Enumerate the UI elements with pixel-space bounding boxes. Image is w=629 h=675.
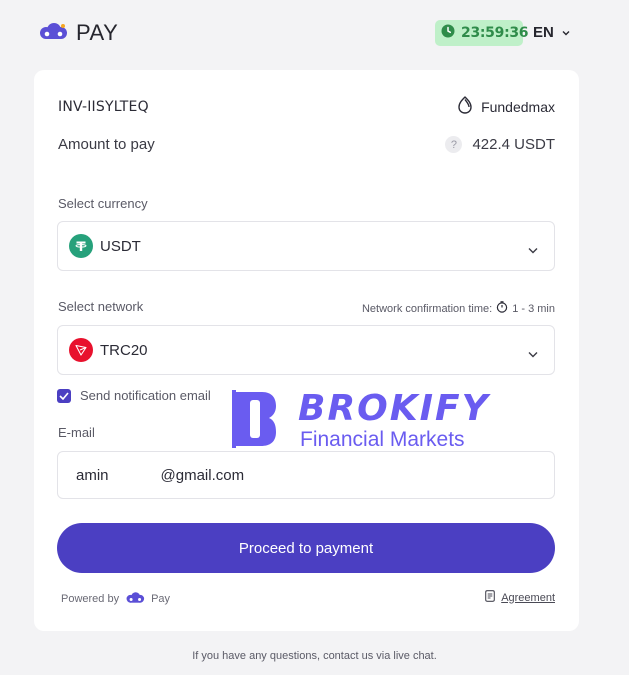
tether-icon [69,234,93,258]
tron-icon [69,338,93,362]
notification-checkbox-row[interactable]: Send notification email [57,388,211,403]
invoice-row: INV-IISYLTEQ Fundedmax [58,96,555,117]
network-select[interactable]: TRC20 [57,325,555,375]
agreement-link[interactable]: Agreement [485,590,555,605]
document-icon [485,590,496,605]
cloud-logo-icon [125,591,145,607]
confirmation-label: Network confirmation time: [361,302,493,315]
clock-icon [441,24,455,43]
powered-by: Powered by Pay [61,591,170,607]
powered-by-brand: Pay [151,593,171,605]
agreement-label: Agreement [501,591,555,604]
notification-label: Send notification email [80,388,211,403]
notification-checkbox[interactable] [57,388,71,403]
amount-row: Amount to pay ? 422.4 USDT [58,136,555,153]
help-icon[interactable]: ? [445,136,463,153]
confirmation-time: 1 - 3 min [512,302,555,315]
amount-value-group: ? 422.4 USDT [445,136,555,153]
network-value: TRC20 [100,341,148,359]
payment-card: INV-IISYLTEQ Fundedmax Amount to pay ? 4… [34,70,579,631]
merchant-name: Fundedmax [481,98,555,115]
language-selector[interactable]: EN [533,23,570,41]
chevron-down-icon [528,241,538,259]
chevron-down-icon [562,23,570,41]
chevron-down-icon [528,345,538,363]
merchant-logo-icon [457,96,473,117]
amount-label: Amount to pay [58,136,155,153]
email-field[interactable]: amin @gmail.com [57,451,555,499]
stopwatch-icon [496,301,508,316]
checkmark-icon [59,391,69,400]
email-value-end: @gmail.com [160,466,245,484]
footer-help-text: If you have any questions, contact us vi… [192,650,437,662]
countdown-timer: 23:59:36 [435,20,529,46]
currency-label: Select currency [58,196,148,211]
email-value-start: amin [76,466,109,484]
timer-value: 23:59:36 [461,25,529,41]
language-label: EN [533,23,554,41]
network-label: Select network [58,299,144,314]
powered-by-label: Powered by [61,593,120,605]
pay-logo: PAY [38,20,118,46]
merchant: Fundedmax [457,96,555,117]
invoice-id: INV-IISYLTEQ [58,98,149,115]
email-label: E-mail [58,425,95,440]
proceed-to-payment-button[interactable]: Proceed to payment [57,523,555,573]
cloud-logo-icon [38,21,68,46]
logo-text: PAY [76,20,119,45]
top-bar: PAY 23:59:36 EN [0,0,629,66]
amount-value: 422.4 USDT [472,136,555,153]
currency-value: USDT [100,237,141,255]
network-confirmation-time: Network confirmation time: 1 - 3 min [362,301,555,316]
currency-select[interactable]: USDT [57,221,555,271]
